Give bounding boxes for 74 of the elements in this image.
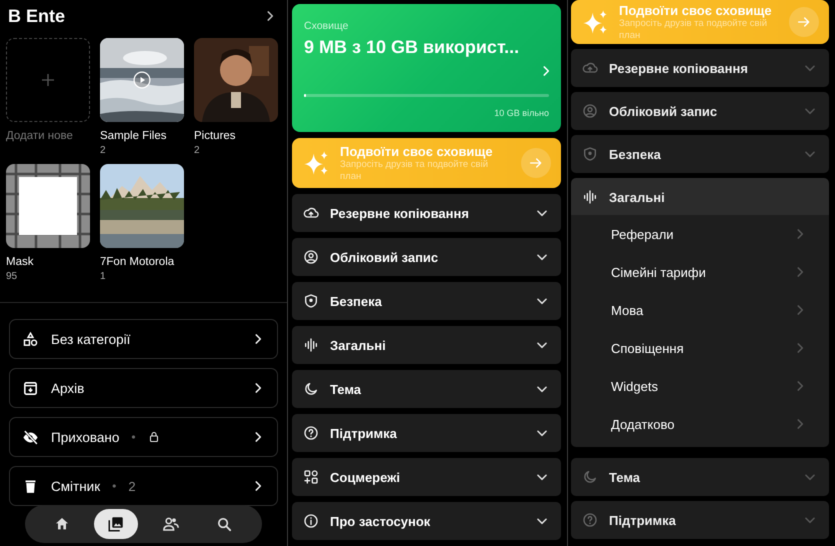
collection-label: Без категорії: [51, 332, 130, 346]
album-name: Mask: [6, 256, 34, 268]
question-icon: [582, 512, 598, 528]
moon-icon: [303, 381, 319, 397]
screen-title: В Ente: [8, 6, 66, 26]
settings-section[interactable]: Обліковий запис: [292, 238, 561, 276]
eye-off-icon: [22, 428, 39, 446]
lock-icon: [148, 431, 160, 443]
album-name: Pictures: [194, 130, 237, 142]
free-space: 10 GB вільно: [494, 108, 549, 118]
moon-icon: [582, 469, 598, 485]
shapes-icon: [22, 330, 39, 348]
submenu-item[interactable]: Сімейні тарифи: [571, 253, 829, 291]
separator-dot: •: [131, 430, 136, 444]
submenu-item[interactable]: Реферали: [571, 215, 829, 253]
banner-title: Подвоїти своє сховище: [340, 144, 494, 160]
shield-icon: [582, 146, 598, 162]
collection-item[interactable]: Без категорії: [9, 319, 278, 359]
people-icon: [162, 515, 180, 533]
sparkle-icon: [302, 149, 330, 177]
settings-section[interactable]: Про застосунок: [292, 502, 561, 540]
sparkle-icon: [581, 8, 609, 36]
storage-usage: 9 MB з 10 GB використ...: [304, 37, 520, 58]
gallery-icon: [107, 515, 126, 533]
collection-label: Смітник: [51, 478, 100, 494]
separator-dot: •: [112, 479, 116, 493]
collection-item[interactable]: Архів: [9, 368, 278, 408]
settings-section[interactable]: Резервне копіювання: [571, 49, 829, 87]
banner-title: Подвоїти своє сховище: [619, 3, 773, 18]
waveform-icon: [303, 337, 319, 353]
question-icon: [303, 425, 319, 441]
user-circle-icon: [303, 249, 319, 265]
shapes-icon: [303, 469, 319, 485]
settings-section[interactable]: Підтримка: [292, 414, 561, 452]
nav-tab[interactable]: [94, 509, 138, 539]
settings-section[interactable]: Обліковий запис: [571, 92, 829, 130]
add-album-tile[interactable]: [6, 38, 90, 122]
home-icon: [54, 516, 70, 532]
search-icon: [216, 516, 234, 532]
album-name: Sample Files: [100, 130, 168, 142]
archive-icon: [22, 380, 39, 396]
settings-section[interactable]: Безпека: [571, 135, 829, 173]
collection-label: Приховано: [51, 430, 120, 444]
settings-section[interactable]: Тема: [571, 458, 829, 496]
collection-label: Архів: [51, 380, 84, 396]
settings-section[interactable]: Тема: [292, 370, 561, 408]
info-icon: [303, 513, 319, 529]
settings-section[interactable]: Загальні: [571, 178, 829, 216]
submenu-item[interactable]: Widgets: [571, 367, 829, 405]
album-name: Додати нове: [6, 130, 74, 142]
album-count: 1: [100, 271, 107, 282]
banner-subtitle: Запросіть друзів та подвойте свій план: [619, 18, 767, 41]
album-count: 2: [194, 145, 201, 156]
storage-label: Сховище: [304, 20, 350, 32]
submenu-item[interactable]: Мова: [571, 291, 829, 329]
plus-icon: [40, 72, 56, 88]
play-icon: [133, 71, 151, 89]
settings-section[interactable]: Соцмережі: [292, 458, 561, 496]
user-circle-icon: [582, 103, 598, 119]
album-count: 95: [6, 271, 18, 282]
waveform-icon: [582, 189, 598, 205]
album-count: 2: [100, 145, 107, 156]
settings-section[interactable]: Загальні: [292, 326, 561, 364]
submenu-item[interactable]: Додатково: [571, 405, 829, 443]
collection-item[interactable]: Приховано •: [9, 417, 278, 457]
settings-section[interactable]: Безпека: [292, 282, 561, 320]
settings-section[interactable]: Підтримка: [571, 501, 829, 539]
collection-item[interactable]: Смітник • 2: [9, 466, 278, 506]
album-name: 7Fon Motorola: [100, 256, 176, 268]
settings-section[interactable]: Резервне копіювання: [292, 194, 561, 232]
banner-subtitle: Запросіть друзів та подвойте свій план: [340, 159, 488, 182]
submenu-item[interactable]: Сповіщення: [571, 329, 829, 367]
shield-icon: [303, 293, 319, 309]
item-count: 2: [128, 478, 136, 494]
